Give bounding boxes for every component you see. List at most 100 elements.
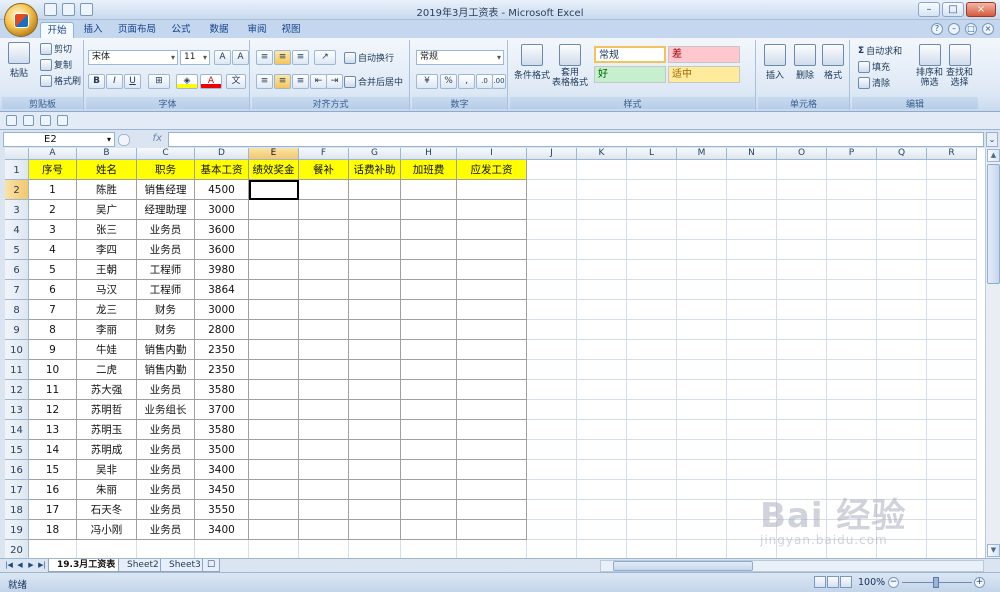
cell-r10[interactable] (927, 340, 977, 360)
horizontal-scroll-thumb[interactable] (613, 561, 753, 571)
cell-j11[interactable] (527, 360, 577, 380)
cell-f15[interactable] (299, 440, 349, 460)
first-sheet-icon[interactable]: |◀ (4, 560, 14, 571)
insert-sheet-tab[interactable]: ☐ (202, 559, 221, 572)
cell-n11[interactable] (727, 360, 777, 380)
tab-page-layout[interactable]: 页面布局 (114, 22, 160, 38)
cell-o12[interactable] (777, 380, 827, 400)
cell-p4[interactable] (827, 220, 877, 240)
header-cell[interactable]: 职务 (137, 160, 195, 180)
cell-m15[interactable] (677, 440, 727, 460)
autosum-button[interactable]: Σ 自动求和 (858, 44, 902, 58)
cell-p5[interactable] (827, 240, 877, 260)
cell-l6[interactable] (627, 260, 677, 280)
cell-k11[interactable] (577, 360, 627, 380)
cell-f18[interactable] (299, 500, 349, 520)
cell-q16[interactable] (877, 460, 927, 480)
cell-m17[interactable] (677, 480, 727, 500)
cell-e3[interactable] (249, 200, 299, 220)
cell-f5[interactable] (299, 240, 349, 260)
cell-o16[interactable] (777, 460, 827, 480)
cell-a7[interactable]: 6 (29, 280, 77, 300)
grow-font-button[interactable]: A (214, 50, 231, 65)
cell-f9[interactable] (299, 320, 349, 340)
row-header-12[interactable]: 12 (5, 380, 29, 400)
cell-r7[interactable] (927, 280, 977, 300)
cell-h15[interactable] (401, 440, 457, 460)
cell-n6[interactable] (727, 260, 777, 280)
tab-review[interactable]: 审阅 (242, 22, 272, 38)
bold-button[interactable]: B (88, 74, 105, 89)
cell-p8[interactable] (827, 300, 877, 320)
cell-d20[interactable] (195, 540, 249, 558)
font-color-button[interactable]: A (200, 74, 222, 89)
cell-a19[interactable]: 18 (29, 520, 77, 540)
cell-o4[interactable] (777, 220, 827, 240)
style-neutral[interactable]: 适中 (668, 66, 740, 83)
cell-b18[interactable]: 石天冬 (77, 500, 137, 520)
cell-o3[interactable] (777, 200, 827, 220)
cell-f12[interactable] (299, 380, 349, 400)
cell-p10[interactable] (827, 340, 877, 360)
minimize-button[interactable]: – (918, 2, 940, 17)
cell-a8[interactable]: 7 (29, 300, 77, 320)
cell-o2[interactable] (777, 180, 827, 200)
cell-i4[interactable] (457, 220, 527, 240)
cell-f2[interactable] (299, 180, 349, 200)
cell-c20[interactable] (137, 540, 195, 558)
cell-k18[interactable] (577, 500, 627, 520)
merge-center-button[interactable]: 合并后居中 (344, 75, 403, 88)
cell-f4[interactable] (299, 220, 349, 240)
sort-filter-button[interactable]: 排序和 筛选 (916, 44, 943, 88)
cell-c4[interactable]: 业务员 (137, 220, 195, 240)
cell-m8[interactable] (677, 300, 727, 320)
style-normal[interactable]: 常规 (594, 46, 666, 63)
cell-h3[interactable] (401, 200, 457, 220)
column-header-q[interactable]: Q (877, 148, 927, 160)
cell-l1[interactable] (627, 160, 677, 180)
column-header-a[interactable]: A (29, 148, 77, 160)
cell-a9[interactable]: 8 (29, 320, 77, 340)
active-cell[interactable] (249, 180, 299, 200)
cell-h5[interactable] (401, 240, 457, 260)
row-header-3[interactable]: 3 (5, 200, 29, 220)
cell-n9[interactable] (727, 320, 777, 340)
cell-r15[interactable] (927, 440, 977, 460)
tab-insert[interactable]: 插入 (78, 22, 108, 38)
cell-b20[interactable] (77, 540, 137, 558)
cell-d6[interactable]: 3980 (195, 260, 249, 280)
cell-d14[interactable]: 3580 (195, 420, 249, 440)
cell-f20[interactable] (299, 540, 349, 558)
cell-a18[interactable]: 17 (29, 500, 77, 520)
cell-d12[interactable]: 3580 (195, 380, 249, 400)
cell-k5[interactable] (577, 240, 627, 260)
cell-p3[interactable] (827, 200, 877, 220)
cell-a2[interactable]: 1 (29, 180, 77, 200)
cell-n10[interactable] (727, 340, 777, 360)
cell-b16[interactable]: 吴非 (77, 460, 137, 480)
cell-i7[interactable] (457, 280, 527, 300)
cell-j18[interactable] (527, 500, 577, 520)
cell-b6[interactable]: 王朝 (77, 260, 137, 280)
number-format-select[interactable]: 常规 (416, 50, 504, 65)
cell-n5[interactable] (727, 240, 777, 260)
cell-k14[interactable] (577, 420, 627, 440)
decrease-decimal-button[interactable]: .00 (492, 74, 506, 89)
cell-i14[interactable] (457, 420, 527, 440)
cell-q15[interactable] (877, 440, 927, 460)
cell-e19[interactable] (249, 520, 299, 540)
cell-m14[interactable] (677, 420, 727, 440)
cell-m12[interactable] (677, 380, 727, 400)
cell-d10[interactable]: 2350 (195, 340, 249, 360)
cell-l9[interactable] (627, 320, 677, 340)
cell-n2[interactable] (727, 180, 777, 200)
cell-p9[interactable] (827, 320, 877, 340)
tab-formulas[interactable]: 公式 (166, 22, 196, 38)
cell-j6[interactable] (527, 260, 577, 280)
cell-l17[interactable] (627, 480, 677, 500)
header-cell[interactable]: 基本工资 (195, 160, 249, 180)
cell-c10[interactable]: 销售内勤 (137, 340, 195, 360)
cell-b4[interactable]: 张三 (77, 220, 137, 240)
cell-j1[interactable] (527, 160, 577, 180)
last-sheet-icon[interactable]: ▶| (37, 560, 47, 571)
